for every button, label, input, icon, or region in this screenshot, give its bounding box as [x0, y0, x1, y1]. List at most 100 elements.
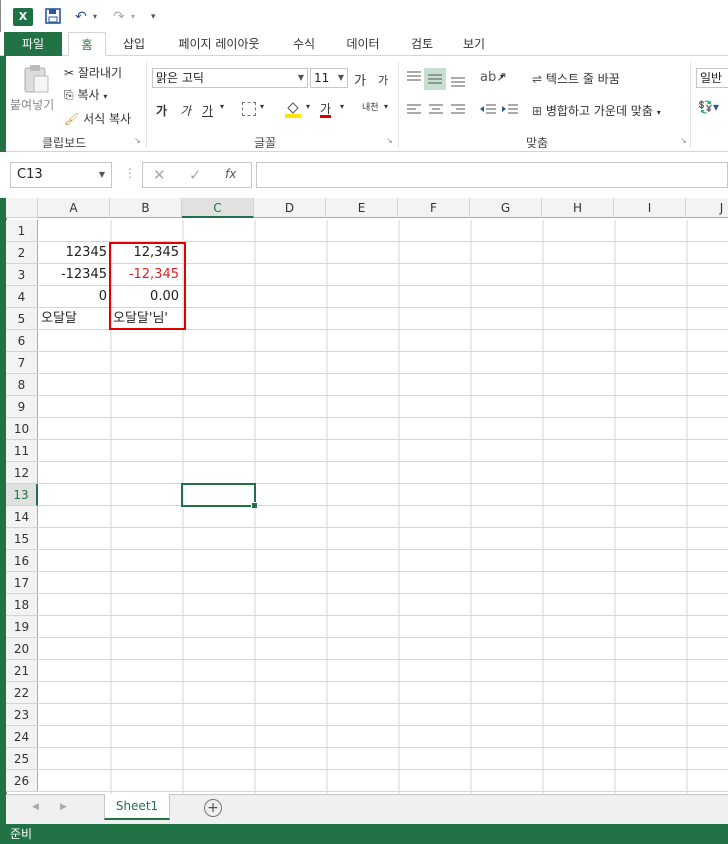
row-header-4[interactable]: 4 — [6, 286, 38, 308]
sheet-tab-sheet1[interactable]: Sheet1 — [104, 794, 170, 820]
row-header-3[interactable]: 3 — [6, 264, 38, 286]
underline-button[interactable]: 가 — [202, 102, 213, 119]
more-options-icon[interactable]: ⋮ — [124, 166, 136, 180]
row-header-7[interactable]: 7 — [6, 352, 38, 374]
wrap-text-button[interactable]: ⇌ 텍스트 줄 바꿈 — [532, 70, 620, 87]
font-size-combo[interactable]: 11 ▼ — [310, 68, 348, 88]
shrink-font-button[interactable]: 가 — [378, 72, 388, 88]
italic-button[interactable]: 가 — [180, 102, 191, 119]
font-launcher-icon[interactable]: ↘ — [386, 136, 393, 145]
add-sheet-icon[interactable]: + — [204, 799, 222, 817]
customize-toolbar-icon[interactable]: ▾ — [151, 8, 156, 26]
row-header-24[interactable]: 24 — [6, 726, 38, 748]
active-cell-selection[interactable] — [181, 483, 258, 509]
column-header-h[interactable]: H — [542, 198, 614, 218]
align-left-icon[interactable] — [404, 100, 424, 120]
accounting-format-icon[interactable]: 💱▾ — [698, 100, 719, 114]
fill-color-icon[interactable] — [284, 100, 302, 118]
column-header-f[interactable]: F — [398, 198, 470, 218]
redo-dropdown-icon[interactable]: ▾ — [131, 8, 135, 26]
insert-function-icon[interactable]: fx — [225, 167, 236, 181]
fill-color-dropdown-icon[interactable]: ▾ — [306, 102, 310, 111]
row-header-18[interactable]: 18 — [6, 594, 38, 616]
format-painter-button[interactable]: 🖌 서식 복사 — [64, 110, 131, 127]
save-icon[interactable] — [45, 8, 61, 26]
column-header-e[interactable]: E — [326, 198, 398, 218]
row-header-2[interactable]: 2 — [6, 242, 38, 264]
row-header-22[interactable]: 22 — [6, 682, 38, 704]
column-header-g[interactable]: G — [470, 198, 542, 218]
tab-formulas[interactable]: 수식 — [282, 32, 326, 56]
bold-button[interactable]: 가 — [156, 102, 167, 119]
name-box[interactable]: C13 ▼ — [10, 162, 112, 188]
align-bottom-icon[interactable] — [448, 68, 468, 88]
tab-data[interactable]: 데이터 — [336, 32, 390, 56]
font-color-button[interactable]: 가 — [320, 100, 331, 117]
row-header-11[interactable]: 11 — [6, 440, 38, 462]
redo-icon[interactable]: ↷ — [113, 8, 125, 26]
cell-a3[interactable]: -12345 — [38, 264, 110, 286]
number-format-combo[interactable]: 일반 — [696, 68, 728, 88]
scroll-right-icon[interactable]: ▶ — [60, 802, 67, 812]
align-middle-icon[interactable] — [424, 68, 446, 90]
decrease-indent-icon[interactable] — [478, 100, 498, 120]
font-name-combo[interactable]: 맑은 고딕 ▼ — [152, 68, 308, 88]
cell-a5[interactable]: 오달달 — [38, 308, 110, 330]
row-header-5[interactable]: 5 — [6, 308, 38, 330]
row-header-17[interactable]: 17 — [6, 572, 38, 594]
tab-view[interactable]: 보기 — [452, 32, 496, 56]
row-header-6[interactable]: 6 — [6, 330, 38, 352]
enter-icon[interactable]: ✓ — [189, 166, 202, 184]
column-header-i[interactable]: I — [614, 198, 686, 218]
row-header-26[interactable]: 26 — [6, 770, 38, 792]
row-header-1[interactable]: 1 — [6, 220, 38, 242]
select-all-corner[interactable] — [6, 198, 38, 218]
row-header-13[interactable]: 13 — [6, 484, 38, 506]
row-header-15[interactable]: 15 — [6, 528, 38, 550]
borders-dropdown-icon[interactable]: ▾ — [260, 102, 264, 111]
formula-input[interactable] — [256, 162, 728, 188]
column-header-a[interactable]: A — [38, 198, 110, 218]
undo-icon[interactable]: ↶ — [75, 8, 87, 26]
row-header-23[interactable]: 23 — [6, 704, 38, 726]
row-header-25[interactable]: 25 — [6, 748, 38, 770]
borders-icon[interactable] — [242, 102, 256, 116]
orientation-dropdown-icon[interactable]: ▾ — [500, 72, 504, 81]
tab-review[interactable]: 검토 — [400, 32, 444, 56]
row-header-10[interactable]: 10 — [6, 418, 38, 440]
paste-icon[interactable] — [22, 64, 50, 94]
underline-dropdown-icon[interactable]: ▾ — [220, 102, 224, 111]
row-header-12[interactable]: 12 — [6, 462, 38, 484]
align-right-icon[interactable] — [448, 100, 468, 120]
row-header-19[interactable]: 19 — [6, 616, 38, 638]
phonetic-dropdown-icon[interactable]: ▾ — [384, 102, 388, 111]
row-header-9[interactable]: 9 — [6, 396, 38, 418]
scroll-left-icon[interactable]: ◀ — [32, 802, 39, 812]
copy-button[interactable]: ⎘ 복사 ▾ — [64, 86, 107, 103]
column-header-b[interactable]: B — [110, 198, 182, 218]
column-header-d[interactable]: D — [254, 198, 326, 218]
row-header-20[interactable]: 20 — [6, 638, 38, 660]
merge-center-button[interactable]: ⊞ 병합하고 가운데 맞춤 ▾ — [532, 102, 661, 119]
row-header-21[interactable]: 21 — [6, 660, 38, 682]
tab-file[interactable]: 파일 — [4, 32, 62, 56]
align-center-icon[interactable] — [426, 100, 446, 120]
align-top-icon[interactable] — [404, 68, 424, 88]
tab-insert[interactable]: 삽입 — [112, 32, 156, 56]
cell-a2[interactable]: 12345 — [38, 242, 110, 264]
tab-page-layout[interactable]: 페이지 레이아웃 — [164, 32, 274, 56]
row-header-14[interactable]: 14 — [6, 506, 38, 528]
phonetic-button[interactable]: 내천 — [362, 100, 379, 113]
column-header-j[interactable]: J — [686, 198, 728, 218]
row-header-8[interactable]: 8 — [6, 374, 38, 396]
tab-home[interactable]: 홈 — [68, 32, 106, 56]
column-header-c[interactable]: C — [182, 198, 254, 218]
font-color-dropdown-icon[interactable]: ▾ — [340, 102, 344, 111]
cut-button[interactable]: ✂ 잘라내기 — [64, 64, 122, 81]
grow-font-button[interactable]: 가 — [354, 70, 366, 89]
undo-dropdown-icon[interactable]: ▾ — [93, 8, 97, 26]
row-header-16[interactable]: 16 — [6, 550, 38, 572]
cancel-icon[interactable]: ✕ — [153, 166, 166, 184]
alignment-launcher-icon[interactable]: ↘ — [680, 136, 687, 145]
paste-button[interactable]: 붙여넣기 — [10, 96, 54, 113]
